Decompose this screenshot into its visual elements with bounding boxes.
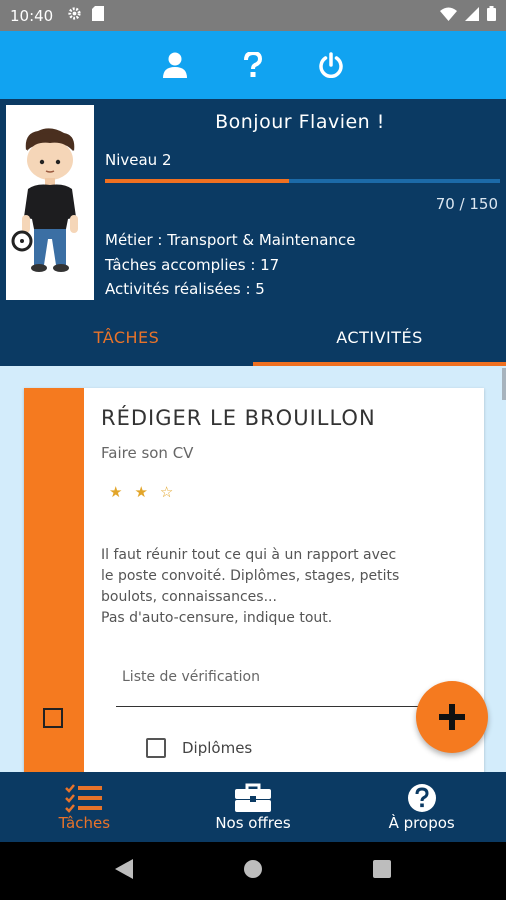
- top-app-bar: [0, 31, 506, 99]
- sd-card-icon: [92, 6, 105, 25]
- battery-icon: [487, 6, 496, 25]
- wifi-icon: [440, 6, 457, 25]
- star-empty-icon: ☆: [159, 483, 174, 501]
- profile-header: Bonjour Flavien ! Niveau 2 70 / 150 Méti…: [0, 99, 506, 312]
- card-title: RÉDIGER LE BROUILLON: [101, 406, 376, 430]
- star-filled-icon: ★: [134, 483, 148, 501]
- nav-offres[interactable]: Nos offres: [169, 772, 338, 842]
- help-icon[interactable]: [240, 52, 266, 78]
- description-line: le poste convoité. Diplômes, stages, pet…: [101, 568, 400, 584]
- level-progress-bar: [105, 179, 500, 183]
- tab-activites[interactable]: ACTIVITÉS: [253, 312, 506, 366]
- bottom-navigation: Tâches Nos offres À propos: [0, 772, 506, 842]
- level-progress-fill: [105, 179, 290, 183]
- nav-a-propos-label: À propos: [388, 814, 455, 832]
- signal-icon: [465, 6, 479, 25]
- description-line: Il faut réunir tout ce qui à un rapport …: [101, 547, 397, 563]
- power-icon[interactable]: [318, 52, 344, 78]
- card-status-stripe: [24, 388, 84, 772]
- checklist-label: Liste de vérification: [122, 669, 260, 685]
- briefcase-icon: [235, 782, 271, 814]
- system-navigation-bar: [0, 842, 506, 900]
- card-description: Il faut réunir tout ce qui à un rapport …: [101, 545, 471, 629]
- activities-done-label: Activités réalisées : 5: [105, 280, 265, 298]
- avatar: [6, 105, 94, 300]
- checklist-item[interactable]: Diplômes: [146, 738, 252, 758]
- status-time: 10:40: [10, 6, 54, 25]
- status-bar: 10:40: [0, 0, 506, 31]
- tasks-icon: [65, 782, 103, 814]
- nav-a-propos[interactable]: À propos: [337, 772, 506, 842]
- star-filled-icon: ★: [109, 483, 123, 501]
- greeting-title: Bonjour Flavien !: [215, 111, 385, 133]
- add-button[interactable]: [416, 681, 488, 753]
- recents-icon[interactable]: [373, 860, 391, 882]
- scrollbar[interactable]: [502, 368, 506, 400]
- user-icon[interactable]: [162, 52, 188, 78]
- checklist-item-checkbox[interactable]: [146, 738, 166, 758]
- task-done-checkbox[interactable]: [43, 708, 63, 728]
- settings-icon: [67, 6, 82, 25]
- xp-counter: 70 / 150: [435, 195, 498, 213]
- nav-taches-label: Tâches: [58, 814, 111, 832]
- nav-taches[interactable]: Tâches: [0, 772, 169, 842]
- tab-bar: TÂCHES ACTIVITÉS: [0, 312, 506, 366]
- tasks-done-label: Tâches accomplies : 17: [105, 256, 280, 274]
- description-line: boulots, connaissances...: [101, 589, 277, 605]
- back-icon[interactable]: [115, 859, 133, 883]
- description-line: Pas d'auto-censure, indique tout.: [101, 610, 333, 626]
- job-label: Métier : Transport & Maintenance: [105, 231, 356, 249]
- difficulty-rating: ★ ★ ☆: [109, 483, 173, 501]
- help-circle-icon: [407, 782, 437, 814]
- task-card[interactable]: RÉDIGER LE BROUILLON Faire son CV ★ ★ ☆ …: [24, 388, 484, 772]
- plus-icon: [439, 704, 465, 730]
- nav-offres-label: Nos offres: [215, 814, 291, 832]
- card-subtitle: Faire son CV: [101, 444, 194, 462]
- level-label: Niveau 2: [105, 151, 172, 169]
- checklist-item-label: Diplômes: [182, 739, 253, 757]
- tab-taches[interactable]: TÂCHES: [0, 312, 253, 366]
- home-icon[interactable]: [243, 859, 263, 883]
